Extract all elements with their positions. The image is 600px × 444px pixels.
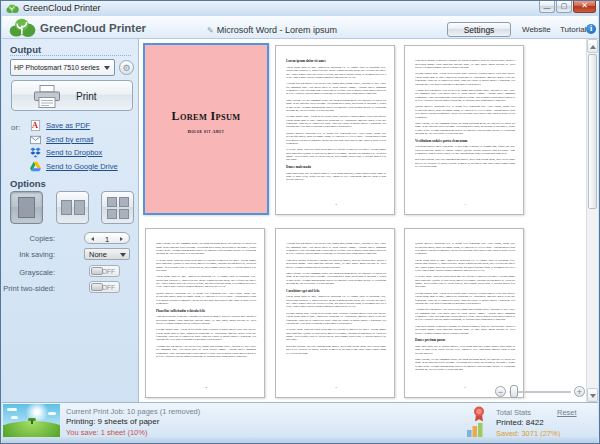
window-title: GreenCloud Printer <box>23 3 101 13</box>
chevron-down-icon <box>120 253 126 257</box>
document-icon: ✎ <box>207 26 214 35</box>
window-bottom-edge <box>2 437 598 443</box>
zoom-in-button[interactable]: + <box>574 386 585 397</box>
sidebar: Output HP Photosmart 7510 series ⚙ Print… <box>2 39 138 402</box>
reset-link[interactable]: Reset <box>557 408 577 417</box>
document-title: ✎Microsoft Word - Lorem ipsum <box>122 25 422 35</box>
print-button[interactable]: Print <box>11 80 133 111</box>
maximize-button[interactable]: ▢ <box>556 1 572 13</box>
or-label: or: <box>11 123 20 132</box>
scrollbar-thumb[interactable] <box>588 54 597 209</box>
total-stats-label: Total Stats <box>496 408 531 417</box>
greencloud-logo <box>9 17 36 38</box>
ink-saving-select[interactable]: None <box>84 248 130 260</box>
one-page-icon <box>18 197 35 218</box>
printing-text: Printing: 9 sheets of paper <box>66 417 159 426</box>
award-icon <box>471 406 487 422</box>
sprout-icon <box>31 420 33 424</box>
dropbox-icon <box>30 147 41 158</box>
layout-2up-button[interactable] <box>56 191 89 224</box>
page-thumbnail-2[interactable]: Lorem ipsum dolor sit ametLorem ipsum do… <box>275 45 395 215</box>
zoom-control: − + <box>495 385 585 399</box>
printer-icon <box>32 85 62 109</box>
output-divider <box>10 55 131 56</box>
preview-area: Lorem Ipsum Dolor Sit Amet Lorem ipsum d… <box>138 39 598 402</box>
app-icon <box>6 3 19 14</box>
page-thumbnail-1[interactable]: Lorem Ipsum Dolor Sit Amet <box>143 43 269 215</box>
copies-label: Copies: <box>30 234 55 243</box>
settings-button[interactable]: Settings <box>447 22 511 37</box>
page-thumbnail-6[interactable]: Quisque molestie adipiscing velit, ut ru… <box>404 228 524 398</box>
copies-stepper[interactable]: 1 <box>84 232 130 244</box>
page-thumbnail-3[interactable]: Cum sociis natoque penatibus et magnis d… <box>404 45 524 215</box>
two-page-icon <box>61 200 72 215</box>
printer-select[interactable]: HP Photosmart 7510 series <box>10 59 115 76</box>
svg-text:A: A <box>32 121 38 130</box>
two-sided-toggle[interactable]: OFF <box>89 281 120 293</box>
layout-1up-button[interactable] <box>10 191 43 224</box>
four-page-icon <box>107 197 117 207</box>
google-drive-icon <box>30 161 41 172</box>
page-thumbnail-4[interactable]: Donec rutrum, elit eget commodo lacinia,… <box>145 228 265 398</box>
zoom-slider-track[interactable] <box>509 391 571 393</box>
printer-settings-button[interactable]: ⚙ <box>119 60 134 75</box>
tutorial-link[interactable]: Tutorial <box>560 25 586 34</box>
minimize-button[interactable]: — <box>539 1 555 13</box>
page-thumbnail-5[interactable]: Aliquam quis sem mauris. Cras libero tel… <box>275 228 395 398</box>
preview-scrollbar[interactable] <box>586 39 598 402</box>
cloud-icon <box>7 408 17 411</box>
email-icon <box>30 134 41 145</box>
stats-chart-icon <box>466 422 485 438</box>
eco-illustration <box>3 404 60 437</box>
scroll-down-button[interactable] <box>587 388 598 402</box>
app-header: GreenCloud Printer ✎Microsoft Word - Lor… <box>2 16 598 39</box>
info-icon[interactable]: i <box>586 24 596 34</box>
printed-total-text: Printed: 8422 <box>496 418 544 427</box>
grayscale-toggle[interactable]: OFF <box>89 265 120 277</box>
title-page-text: Lorem Ipsum Dolor Sit Amet <box>145 109 267 134</box>
website-link[interactable]: Website <box>522 25 551 34</box>
ink-saving-label: Ink saving: <box>19 250 55 259</box>
two-sided-label: Print two-sided: <box>3 284 55 293</box>
savings-text: You save: 1 sheet (10%) <box>66 428 147 437</box>
pdf-icon: A <box>30 120 41 131</box>
status-bar: Current Print Job: 10 pages (1 removed) … <box>2 402 598 437</box>
zoom-out-button[interactable]: − <box>495 386 506 397</box>
app-window: GreenCloud Printer — ▢ ✕ GreenCloud Prin… <box>0 0 600 444</box>
layout-4up-button[interactable] <box>101 191 134 224</box>
current-job-text: Current Print Job: 10 pages (1 removed) <box>66 407 200 416</box>
window-titlebar: GreenCloud Printer — ▢ ✕ <box>1 1 599 16</box>
grayscale-label: Grayscale: <box>19 268 55 277</box>
zoom-slider-handle[interactable] <box>510 385 518 398</box>
output-section-label: Output <box>10 44 41 55</box>
options-section-label: Options <box>10 178 46 189</box>
scroll-up-button[interactable] <box>587 39 598 53</box>
increment-icon[interactable] <box>120 237 123 241</box>
close-button[interactable]: ✕ <box>573 1 596 13</box>
chevron-down-icon <box>104 66 110 70</box>
